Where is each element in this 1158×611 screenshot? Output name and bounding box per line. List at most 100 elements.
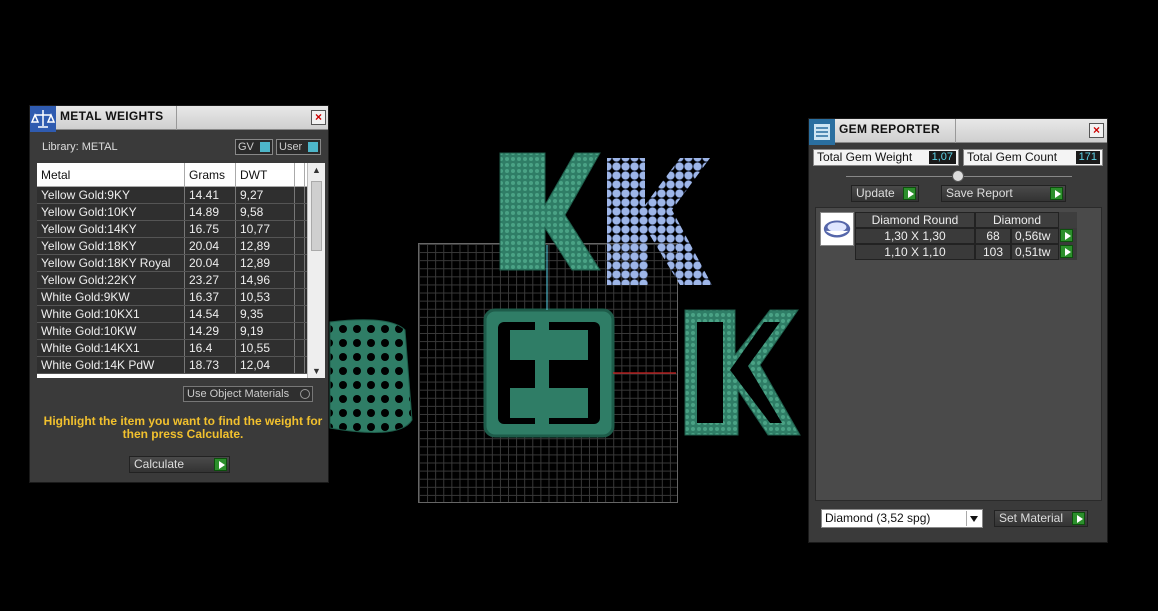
toggle-indicator-icon [308,142,318,152]
metal-dwt: 12,89 [236,255,295,271]
gem-row[interactable]: 1,10 X 1,10 103 0,51tw [855,244,1077,260]
table-row[interactable]: White Gold:10KW 14.29 9,19 [37,323,325,340]
play-arrow-icon [1050,187,1063,200]
gem-table-header: Diamond Round Diamond [855,212,1077,228]
metal-name: Yellow Gold:14KY [37,221,185,237]
metal-weights-title: METAL WEIGHTS [60,109,164,123]
gem-weight: 0,51tw [1011,244,1059,260]
gv-toggle[interactable]: GV [235,139,273,155]
metal-table-body: Yellow Gold:9KY 14.41 9,27 Yellow Gold:10KY… [37,187,325,374]
gem-reporter-panel: GEM REPORTER × Total Gem Weight 1,07 Tot… [808,118,1108,543]
material-select[interactable]: Diamond (3,52 spg) [821,509,983,528]
round-diamond-icon [820,212,854,246]
table-row[interactable]: Yellow Gold:9KY 14.41 9,27 [37,187,325,204]
play-arrow-icon [214,458,227,471]
panel-slider-knob[interactable] [952,170,964,182]
set-material-button[interactable]: Set Material [994,510,1088,527]
metal-name: White Gold:9KW [37,289,185,305]
close-icon[interactable]: × [311,110,326,125]
play-arrow-icon [903,187,916,200]
metal-dwt: 12,89 [236,238,295,254]
gem-count: 68 [975,228,1011,244]
table-row[interactable]: White Gold:14K PdW 18.73 12,04 [37,357,325,374]
table-row[interactable]: Yellow Gold:14KY 16.75 10,77 [37,221,325,238]
scroll-up-icon[interactable]: ▲ [308,163,325,177]
metal-grams: 14.89 [185,204,236,220]
play-arrow-icon[interactable] [1060,229,1073,242]
instruction-text: Highlight the item you want to find the … [43,414,323,441]
gem-shape-header: Diamond Round [855,212,975,228]
table-row[interactable]: Yellow Gold:18KY Royal 20.04 12,89 [37,255,325,272]
table-row[interactable]: Yellow Gold:18KY 20.04 12,89 [37,238,325,255]
gem-table-body: 1,30 X 1,30 68 0,56tw 1,10 X 1,10 103 0,51tw [855,228,1077,260]
chevron-down-icon[interactable] [966,511,981,526]
metal-dwt: 9,27 [236,187,295,203]
metal-dwt: 10,55 [236,340,295,356]
metal-dwt: 14,96 [236,272,295,288]
table-row[interactable]: White Gold:10KX1 14.54 9,35 [37,306,325,323]
metal-grams: 16.37 [185,289,236,305]
toggle-indicator-icon [260,142,270,152]
gem-size: 1,30 X 1,30 [855,228,975,244]
table-row[interactable]: White Gold:14KX1 16.4 10,55 [37,340,325,357]
gem-reporter-titlebar[interactable]: GEM REPORTER × [809,119,1107,145]
metal-grams: 18.73 [185,357,236,373]
metal-grams: 14.29 [185,323,236,339]
use-object-materials-option[interactable]: Use Object Materials [183,386,313,402]
metal-name: Yellow Gold:22KY [37,272,185,288]
table-row[interactable]: White Gold:9KW 16.37 10,53 [37,289,325,306]
user-toggle[interactable]: User [276,139,321,155]
table-row[interactable]: Yellow Gold:10KY 14.89 9,58 [37,204,325,221]
update-button[interactable]: Update [851,185,919,202]
total-gem-weight: Total Gem Weight 1,07 [813,149,959,166]
metal-table[interactable]: Metal Grams DWT Yellow Gold:9KY 14.41 9,27… [37,163,325,378]
col-dwt[interactable]: DWT [236,163,295,186]
model-letter-k-pave [499,152,601,271]
metal-grams: 16.75 [185,221,236,237]
metal-name: White Gold:14KX1 [37,340,185,356]
library-label: Library: METAL [42,141,118,153]
gem-weight: 0,56tw [1011,228,1059,244]
calculate-button[interactable]: Calculate [129,456,230,473]
metal-grams: 16.4 [185,340,236,356]
metal-name: White Gold:14K PdW [37,357,185,373]
metal-table-scrollbar[interactable]: ▲ ▼ [307,163,325,378]
model-mesh-ring [329,319,413,433]
total-gem-weight-value: 1,07 [928,151,956,164]
save-report-button[interactable]: Save Report [941,185,1066,202]
metal-grams: 23.27 [185,272,236,288]
scroll-thumb[interactable] [311,181,322,251]
col-grams[interactable]: Grams [185,163,236,186]
gem-table: Diamond Round Diamond 1,30 X 1,30 68 0,56t… [855,212,1077,260]
metal-dwt: 10,53 [236,289,295,305]
gem-count: 103 [975,244,1011,260]
play-arrow-icon [1072,512,1085,525]
gem-list-area[interactable]: Diamond Round Diamond 1,30 X 1,30 68 0,56t… [815,207,1102,501]
close-icon[interactable]: × [1089,123,1104,138]
metal-dwt: 10,77 [236,221,295,237]
play-arrow-icon[interactable] [1060,245,1073,258]
table-row[interactable]: Yellow Gold:22KY 23.27 14,96 [37,272,325,289]
total-gem-count: Total Gem Count 171 [963,149,1103,166]
metal-name: Yellow Gold:10KY [37,204,185,220]
metal-name: Yellow Gold:18KY Royal [37,255,185,271]
metal-grams: 14.54 [185,306,236,322]
metal-weights-titlebar[interactable]: METAL WEIGHTS × [30,106,328,132]
gem-reporter-title: GEM REPORTER [839,122,940,136]
metal-dwt: 9,35 [236,306,295,322]
metal-weights-panel: METAL WEIGHTS × Library: METAL GV User M… [29,105,329,483]
col-metal[interactable]: Metal [37,163,185,186]
gem-row[interactable]: 1,30 X 1,30 68 0,56tw [855,228,1077,244]
gem-size: 1,10 X 1,10 [855,244,975,260]
gem-report-icon [809,119,835,145]
metal-grams: 14.41 [185,187,236,203]
scroll-down-icon[interactable]: ▼ [308,364,325,378]
metal-name: White Gold:10KX1 [37,306,185,322]
scale-icon [30,106,56,132]
metal-name: White Gold:10KW [37,323,185,339]
metal-grams: 20.04 [185,238,236,254]
metal-table-header: Metal Grams DWT [37,163,325,187]
model-letter-k-gems [607,158,712,285]
metal-dwt: 9,58 [236,204,295,220]
metal-name: Yellow Gold:9KY [37,187,185,203]
